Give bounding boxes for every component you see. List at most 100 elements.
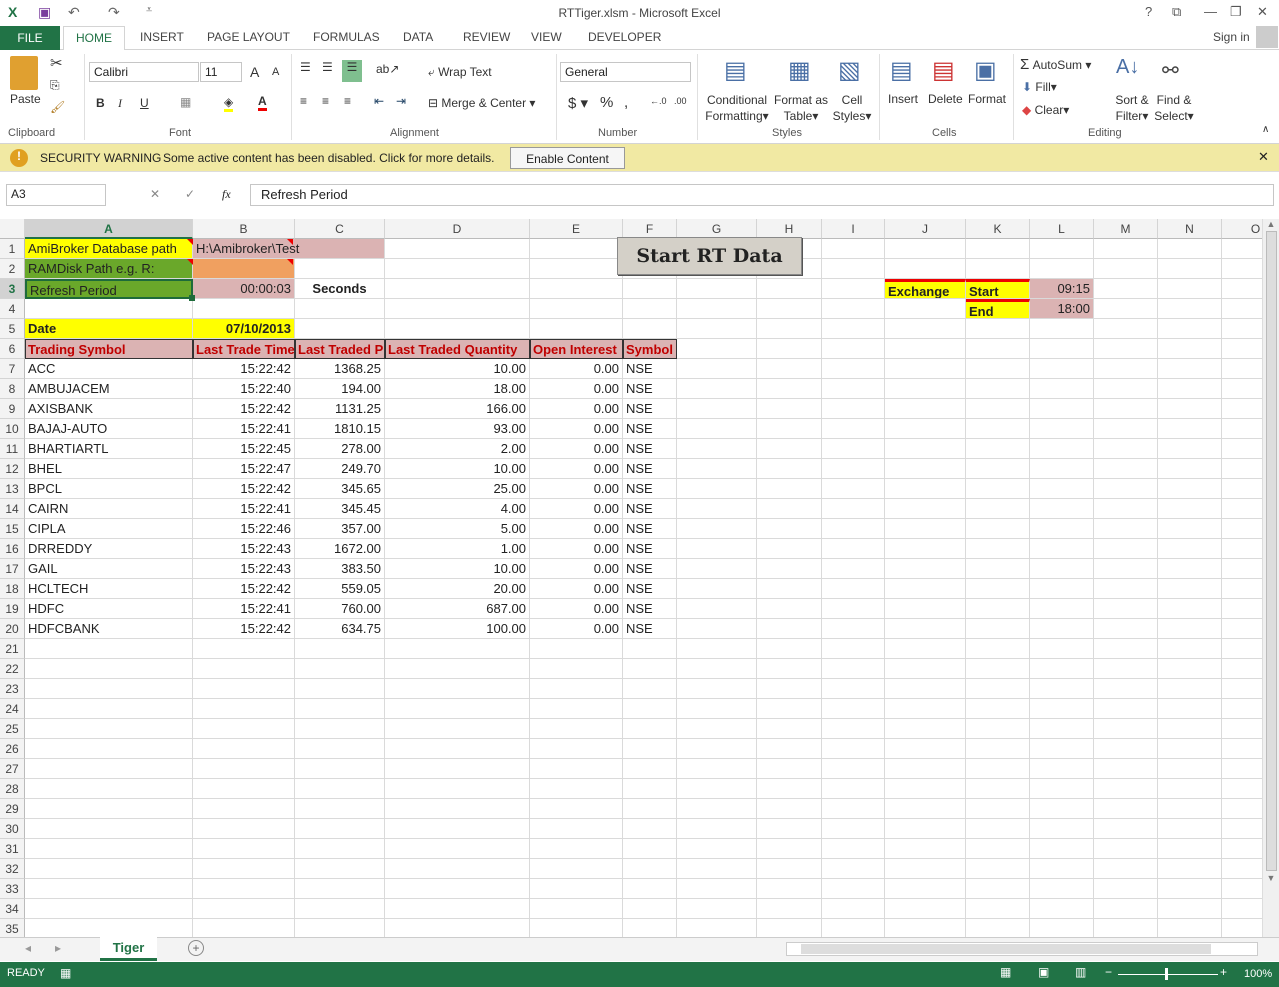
cell-I15[interactable] bbox=[822, 519, 885, 539]
cell-A23[interactable] bbox=[25, 679, 193, 699]
cell-H6[interactable] bbox=[757, 339, 822, 359]
warning-message[interactable]: Some active content has been disabled. C… bbox=[163, 151, 495, 165]
close-warning-icon[interactable]: ✕ bbox=[1258, 149, 1269, 165]
cell-I23[interactable] bbox=[822, 679, 885, 699]
cell-L20[interactable] bbox=[1030, 619, 1094, 639]
table-cell[interactable]: NSE bbox=[623, 619, 677, 639]
cell-E23[interactable] bbox=[530, 679, 623, 699]
cell-C33[interactable] bbox=[295, 879, 385, 899]
table-cell[interactable]: 93.00 bbox=[385, 419, 530, 439]
cell-G35[interactable] bbox=[677, 919, 757, 937]
insert-function-button[interactable]: fx bbox=[222, 187, 231, 202]
next-sheet-icon[interactable]: ▸ bbox=[55, 941, 61, 955]
close-window-icon[interactable]: ✕ bbox=[1257, 4, 1268, 20]
table-cell[interactable]: 15:22:42 bbox=[193, 579, 295, 599]
cell-B21[interactable] bbox=[193, 639, 295, 659]
table-cell[interactable]: 15:22:47 bbox=[193, 459, 295, 479]
cell-L9[interactable] bbox=[1030, 399, 1094, 419]
cell-E24[interactable] bbox=[530, 699, 623, 719]
tab-formulas[interactable]: FORMULAS bbox=[313, 30, 380, 44]
cell-C35[interactable] bbox=[295, 919, 385, 937]
cell-M18[interactable] bbox=[1094, 579, 1158, 599]
cell-E30[interactable] bbox=[530, 819, 623, 839]
cell-G31[interactable] bbox=[677, 839, 757, 859]
format-painter-icon[interactable]: 🖌 bbox=[50, 100, 65, 114]
cell-J35[interactable] bbox=[885, 919, 966, 937]
cell-B33[interactable] bbox=[193, 879, 295, 899]
cell-I16[interactable] bbox=[822, 539, 885, 559]
cell-J21[interactable] bbox=[885, 639, 966, 659]
cell-I6[interactable] bbox=[822, 339, 885, 359]
cell-F25[interactable] bbox=[623, 719, 677, 739]
cell-J20[interactable] bbox=[885, 619, 966, 639]
cell-D29[interactable] bbox=[385, 799, 530, 819]
cell-H4[interactable] bbox=[757, 299, 822, 319]
cell-styles-icon[interactable]: ▧ bbox=[838, 56, 861, 85]
cell-O25[interactable] bbox=[1222, 719, 1262, 739]
cell-B32[interactable] bbox=[193, 859, 295, 879]
cell-N15[interactable] bbox=[1158, 519, 1222, 539]
cell-B3[interactable]: 00:00:03 bbox=[193, 279, 295, 299]
table-cell[interactable]: 15:22:45 bbox=[193, 439, 295, 459]
cell-L13[interactable] bbox=[1030, 479, 1094, 499]
cell-C29[interactable] bbox=[295, 799, 385, 819]
row-header-1[interactable]: 1 bbox=[0, 239, 25, 259]
cell-I27[interactable] bbox=[822, 759, 885, 779]
cell-H22[interactable] bbox=[757, 659, 822, 679]
cell-M7[interactable] bbox=[1094, 359, 1158, 379]
table-cell[interactable]: 25.00 bbox=[385, 479, 530, 499]
conditional-formatting-icon[interactable]: ▤ bbox=[724, 56, 747, 85]
table-cell[interactable]: 0.00 bbox=[530, 499, 623, 519]
cell-A35[interactable] bbox=[25, 919, 193, 937]
column-header-N[interactable]: N bbox=[1158, 219, 1222, 239]
cell-M33[interactable] bbox=[1094, 879, 1158, 899]
table-cell[interactable]: 15:22:46 bbox=[193, 519, 295, 539]
cell-D25[interactable] bbox=[385, 719, 530, 739]
font-name-select[interactable]: Calibri bbox=[89, 62, 199, 82]
cell-O34[interactable] bbox=[1222, 899, 1262, 919]
table-cell[interactable]: NSE bbox=[623, 399, 677, 419]
cell-O1[interactable] bbox=[1222, 239, 1262, 259]
cell-G15[interactable] bbox=[677, 519, 757, 539]
cell-K2[interactable] bbox=[966, 259, 1030, 279]
ribbon-display-icon[interactable]: ⧉ bbox=[1172, 4, 1181, 20]
delete-cells-button[interactable]: Delete bbox=[928, 92, 963, 106]
cell-styles-button[interactable]: Cell Styles▾ bbox=[830, 92, 874, 124]
cell-O9[interactable] bbox=[1222, 399, 1262, 419]
cell-M8[interactable] bbox=[1094, 379, 1158, 399]
cell-F28[interactable] bbox=[623, 779, 677, 799]
cell-G16[interactable] bbox=[677, 539, 757, 559]
binoculars-icon[interactable]: ⚯ bbox=[1162, 58, 1179, 83]
cell-L27[interactable] bbox=[1030, 759, 1094, 779]
cell-N23[interactable] bbox=[1158, 679, 1222, 699]
cell-C5[interactable] bbox=[295, 319, 385, 339]
cell-A33[interactable] bbox=[25, 879, 193, 899]
cell-C32[interactable] bbox=[295, 859, 385, 879]
cell-O20[interactable] bbox=[1222, 619, 1262, 639]
cell-O24[interactable] bbox=[1222, 699, 1262, 719]
row-header-6[interactable]: 6 bbox=[0, 339, 25, 359]
cell-N27[interactable] bbox=[1158, 759, 1222, 779]
cell-O8[interactable] bbox=[1222, 379, 1262, 399]
cell-A3[interactable]: Refresh Period bbox=[25, 279, 193, 299]
cell-L15[interactable] bbox=[1030, 519, 1094, 539]
cell-H5[interactable] bbox=[757, 319, 822, 339]
cell-O6[interactable] bbox=[1222, 339, 1262, 359]
italic-button[interactable]: I bbox=[118, 96, 122, 111]
table-cell[interactable]: 0.00 bbox=[530, 579, 623, 599]
cell-M20[interactable] bbox=[1094, 619, 1158, 639]
cell-G22[interactable] bbox=[677, 659, 757, 679]
cell-L25[interactable] bbox=[1030, 719, 1094, 739]
zoom-level[interactable]: 100% bbox=[1244, 968, 1272, 980]
row-header-23[interactable]: 23 bbox=[0, 679, 25, 699]
cell-G5[interactable] bbox=[677, 319, 757, 339]
table-cell[interactable]: 15:22:41 bbox=[193, 499, 295, 519]
cell-K14[interactable] bbox=[966, 499, 1030, 519]
cell-L12[interactable] bbox=[1030, 459, 1094, 479]
cell-M28[interactable] bbox=[1094, 779, 1158, 799]
help-icon[interactable]: ? bbox=[1145, 4, 1152, 19]
table-cell[interactable]: BHARTIARTL bbox=[25, 439, 193, 459]
cell-H7[interactable] bbox=[757, 359, 822, 379]
cell-G23[interactable] bbox=[677, 679, 757, 699]
cell-I21[interactable] bbox=[822, 639, 885, 659]
